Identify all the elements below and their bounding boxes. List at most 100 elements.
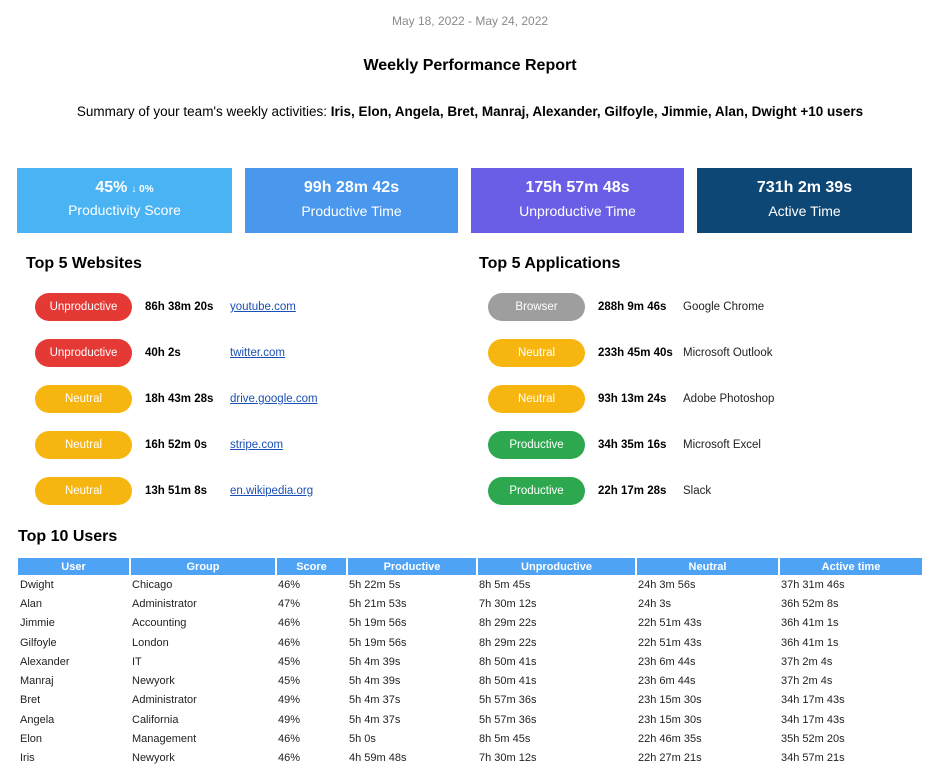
user-active-time: 37h 2m 4s bbox=[781, 655, 833, 668]
top-applications-heading: Top 5 Applications bbox=[479, 255, 621, 272]
user-productive: 5h 4m 37s bbox=[349, 694, 401, 707]
application-name: Adobe Photoshop bbox=[683, 393, 775, 405]
website-link[interactable]: youtube.com bbox=[230, 301, 296, 313]
user-productive: 5h 19m 56s bbox=[349, 617, 407, 630]
column-header: Score bbox=[275, 558, 347, 575]
table-row: Jimmie Accounting 46% 5h 19m 56s 8h 29m 22s 2… bbox=[18, 614, 922, 633]
column-header: Group bbox=[129, 558, 276, 575]
website-duration: 40h 2s bbox=[145, 347, 181, 359]
table-row: Manraj Newyork 45% 5h 4m 39s 8h 50m 41s 23h 6… bbox=[18, 671, 922, 690]
application-name: Microsoft Outlook bbox=[683, 347, 773, 359]
application-row: Productive 34h 35m 16s Microsoft Excel bbox=[488, 431, 761, 459]
productive-time-card: 99h 28m 42s Productive Time bbox=[245, 168, 458, 233]
unproductive-time-value: 175h 57m 48s bbox=[525, 179, 630, 196]
unproductive-time-card: 175h 57m 48s Unproductive Time bbox=[471, 168, 684, 233]
users-table-header: User Group Score Productive Unproductive… bbox=[18, 558, 922, 575]
column-header: Productive bbox=[346, 558, 477, 575]
website-link[interactable]: stripe.com bbox=[230, 439, 283, 451]
user-unproductive: 5h 57m 36s bbox=[479, 694, 537, 707]
user-neutral: 23h 15m 30s bbox=[638, 713, 702, 726]
website-row: Neutral 13h 51m 8s en.wikipedia.org bbox=[35, 477, 313, 505]
productive-time-value: 99h 28m 42s bbox=[303, 179, 400, 196]
user-name: Angela bbox=[20, 713, 55, 726]
website-link[interactable]: drive.google.com bbox=[230, 393, 318, 405]
productivity-score-card: 45% ↓ 0% Productivity Score bbox=[17, 168, 232, 233]
user-group: IT bbox=[132, 655, 142, 668]
user-productive: 5h 0s bbox=[349, 733, 376, 746]
user-productive: 5h 21m 53s bbox=[349, 597, 407, 610]
website-link[interactable]: twitter.com bbox=[230, 347, 285, 359]
status-badge: Browser bbox=[488, 293, 585, 321]
status-badge: Neutral bbox=[488, 385, 585, 413]
user-neutral: 22h 51m 43s bbox=[638, 636, 702, 649]
user-name: Jimmie bbox=[20, 617, 55, 630]
application-name: Slack bbox=[683, 485, 712, 497]
user-group: London bbox=[132, 636, 169, 649]
website-duration: 18h 43m 28s bbox=[145, 393, 214, 405]
user-unproductive: 7h 30m 12s bbox=[479, 752, 537, 765]
date-range: May 18, 2022 - May 24, 2022 bbox=[391, 14, 549, 28]
user-neutral: 24h 3s bbox=[638, 597, 672, 610]
user-active-time: 35h 52m 20s bbox=[781, 733, 845, 746]
user-name: Alan bbox=[20, 597, 43, 610]
user-neutral: 23h 6m 44s bbox=[638, 655, 696, 668]
report-title: Weekly Performance Report bbox=[363, 57, 577, 74]
website-row: Unproductive 86h 38m 20s youtube.com bbox=[35, 293, 296, 321]
status-badge: Neutral bbox=[35, 477, 132, 505]
user-group: Chicago bbox=[132, 578, 173, 591]
website-duration: 13h 51m 8s bbox=[145, 485, 208, 497]
user-productive: 5h 19m 56s bbox=[349, 636, 407, 649]
user-productive: 5h 22m 5s bbox=[349, 578, 401, 591]
user-name: Gilfoyle bbox=[20, 636, 57, 649]
user-group: Management bbox=[132, 733, 197, 746]
user-score: 46% bbox=[278, 752, 301, 765]
column-header: User bbox=[18, 558, 130, 575]
user-unproductive: 5h 57m 36s bbox=[479, 713, 537, 726]
user-productive: 4h 59m 48s bbox=[349, 752, 407, 765]
productivity-score-label: Productivity Score bbox=[68, 202, 181, 218]
user-group: Administrator bbox=[132, 597, 197, 610]
user-unproductive: 8h 50m 41s bbox=[479, 675, 537, 688]
website-row: Unproductive 40h 2s twitter.com bbox=[35, 339, 285, 367]
top-websites-heading: Top 5 Websites bbox=[26, 255, 142, 272]
user-name: Manraj bbox=[20, 675, 54, 688]
user-active-time: 37h 2m 4s bbox=[781, 675, 833, 688]
user-unproductive: 8h 50m 41s bbox=[479, 655, 537, 668]
table-row: Gilfoyle London 46% 5h 19m 56s 8h 29m 22s 22h… bbox=[18, 633, 922, 652]
active-time-value: 731h 2m 39s bbox=[756, 179, 853, 196]
user-productive: 5h 4m 39s bbox=[349, 655, 401, 668]
table-row: Elon Management 46% 5h 0s 8h 5m 45s 22h 46m 3… bbox=[18, 729, 922, 748]
user-group: California bbox=[132, 713, 179, 726]
website-row: Neutral 18h 43m 28s drive.google.com bbox=[35, 385, 318, 413]
user-neutral: 22h 51m 43s bbox=[638, 617, 702, 630]
user-name: Alexander bbox=[20, 655, 70, 668]
user-neutral: 23h 15m 30s bbox=[638, 694, 702, 707]
table-row: Bret Administrator 49% 5h 4m 37s 5h 57m 36s 2… bbox=[18, 691, 922, 710]
website-duration: 86h 38m 20s bbox=[145, 301, 214, 313]
application-row: Neutral 93h 13m 24s Adobe Photoshop bbox=[488, 385, 774, 413]
user-score: 46% bbox=[278, 617, 301, 630]
users-table: User Group Score Productive Unproductive… bbox=[18, 558, 922, 768]
status-badge: Productive bbox=[488, 431, 585, 459]
application-row: Browser 288h 9m 46s Google Chrome bbox=[488, 293, 764, 321]
user-unproductive: 7h 30m 12s bbox=[479, 597, 537, 610]
user-active-time: 34h 17m 43s bbox=[781, 694, 845, 707]
user-score: 46% bbox=[278, 578, 301, 591]
user-group: Newyork bbox=[132, 675, 175, 688]
summary-users: Iris, Elon, Angela, Bret, Manraj, Alexan… bbox=[330, 104, 864, 119]
table-row: Dwight Chicago 46% 5h 22m 5s 8h 5m 45s 24h 3m… bbox=[18, 575, 922, 594]
status-badge: Neutral bbox=[35, 431, 132, 459]
application-name: Microsoft Excel bbox=[683, 439, 761, 451]
user-group: Newyork bbox=[132, 752, 175, 765]
user-name: Iris bbox=[20, 752, 35, 765]
user-active-time: 34h 57m 21s bbox=[781, 752, 845, 765]
website-duration: 16h 52m 0s bbox=[145, 439, 208, 451]
column-header: Neutral bbox=[635, 558, 779, 575]
user-name: Dwight bbox=[20, 578, 54, 591]
top-users-heading: Top 10 Users bbox=[18, 528, 118, 545]
summary-prefix: Summary of your team's weekly activities… bbox=[76, 104, 331, 119]
status-badge: Neutral bbox=[488, 339, 585, 367]
user-neutral: 22h 27m 21s bbox=[638, 752, 702, 765]
website-link[interactable]: en.wikipedia.org bbox=[230, 485, 313, 497]
active-time-label: Active Time bbox=[768, 203, 841, 219]
